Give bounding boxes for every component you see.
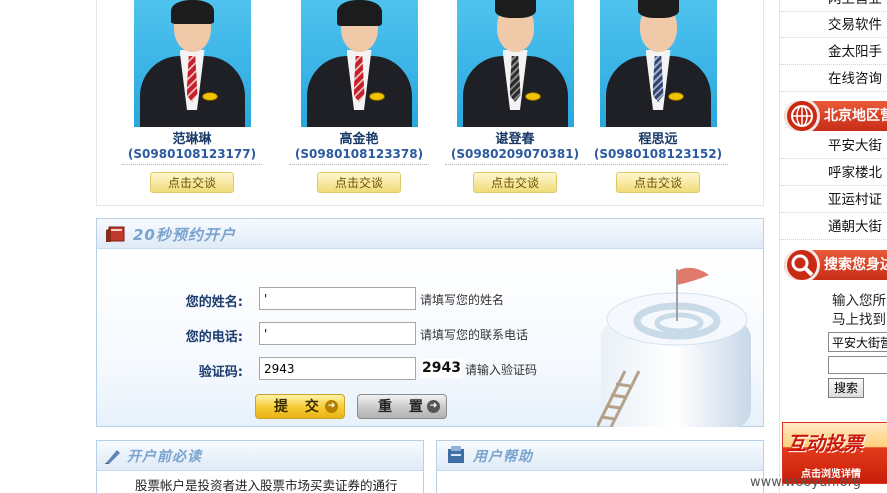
captcha-label: 验证码: (198, 365, 243, 380)
chat-button[interactable]: 点击交谈 (616, 172, 700, 193)
name-input[interactable] (259, 287, 416, 310)
magnifier-icon (784, 250, 820, 280)
watermark: www.wooyun.org (750, 475, 862, 490)
captcha-image[interactable]: 2943 (420, 359, 462, 378)
name-hint: 请填写您的姓名 (420, 293, 505, 307)
chat-button[interactable]: 点击交谈 (473, 172, 557, 193)
open-account-panel: 20秒预约开户 您的姓名: 请填写您的姓名 您的电话: 请填写您的联系电话 验证… (96, 218, 764, 427)
panel-title: 开户前必读 (127, 449, 202, 465)
sidebar-link[interactable]: 亚运村证 (780, 187, 887, 213)
advisor-panel: 范琳琳 (S0980108123177) 点击交谈 高金艳 (S09801081… (96, 0, 764, 206)
search-button[interactable]: 搜索 (828, 378, 864, 398)
panel-header: 20秒预约开户 (97, 219, 763, 249)
panel-title: 20秒预约开户 (133, 226, 236, 244)
search-header: 搜索您身边 (784, 250, 887, 280)
panel-header: 用户帮助 (437, 441, 763, 471)
region-header-label: 北京地区营 (824, 108, 887, 124)
sidebar-link[interactable]: 交易软件 (780, 12, 887, 38)
region-header: 北京地区营 (784, 101, 887, 131)
advisor-card: 程思远 (S0980108123152) 点击交谈 (583, 0, 733, 193)
user-help-panel: 用户帮助 (436, 440, 764, 493)
book-icon (106, 226, 125, 242)
advisor-code: (S0980108123152) (588, 147, 728, 165)
advisor-card: 谌登春 (S0980209070381) 点击交谈 (440, 0, 590, 193)
pen-icon (105, 450, 120, 464)
advisor-name: 谌登春 (495, 132, 535, 147)
advisor-name: 范琳琳 (172, 132, 212, 147)
intro-text: 股票帐户是投资者进入股票市场买卖证券的通行 (135, 478, 398, 493)
page: 范琳琳 (S0980108123177) 点击交谈 高金艳 (S09801081… (0, 0, 887, 493)
advisor-code: (S0980209070381) (445, 147, 585, 165)
sidebar-link[interactable]: 呼家楼北 (780, 160, 887, 186)
advisor-name: 程思远 (638, 132, 678, 147)
phone-input[interactable] (259, 322, 416, 345)
chat-button[interactable]: 点击交谈 (317, 172, 401, 193)
search-tip-2: 马上找到 (832, 312, 886, 328)
advisor-photo (300, 0, 418, 127)
globe-icon (784, 101, 820, 131)
captcha-hint: 请输入验证码 (465, 363, 538, 377)
before-account-panel: 开户前必读 股票帐户是投资者进入股票市场买卖证券的通行 (96, 440, 424, 493)
arrow-right-icon: ➜ (325, 400, 338, 413)
advisor-photo (133, 0, 251, 127)
chat-button[interactable]: 点击交谈 (150, 172, 234, 193)
panel-title: 用户帮助 (473, 449, 533, 465)
sidebar-link[interactable]: 金太阳手 (780, 39, 887, 65)
search-header-label: 搜索您身边 (824, 257, 887, 273)
phone-label: 您的电话: (185, 330, 243, 345)
advisor-name: 高金艳 (339, 132, 379, 147)
branch-select[interactable]: 平安大街营 (828, 332, 887, 352)
phone-hint: 请填写您的联系电话 (420, 328, 529, 342)
reset-button[interactable]: 重 置 ➜ (357, 394, 447, 419)
search-tip-1: 输入您所 (832, 293, 886, 309)
captcha-row: 验证码: 2943 请输入验证码 (97, 357, 657, 381)
advisor-photo (456, 0, 574, 127)
flag-tower-illustration (597, 267, 751, 427)
submit-label: 提 交 (274, 399, 325, 415)
sidebar-link[interactable]: 通朝大街 (780, 214, 887, 240)
phone-row: 您的电话: 请填写您的联系电话 (97, 322, 657, 346)
arrow-right-icon: ➜ (427, 400, 440, 413)
reset-label: 重 置 (378, 399, 429, 415)
sidebar-link[interactable]: 在线咨询 (780, 66, 887, 92)
name-label: 您的姓名: (185, 295, 243, 310)
sidebar-link[interactable]: 平安大街 (780, 133, 887, 159)
search-input[interactable] (828, 356, 887, 374)
help-icon (448, 446, 464, 463)
right-sidebar: 网上营业 交易软件 金太阳手 在线咨询 北京地区营 平安大街 呼家楼北 亚运村证… (779, 0, 887, 493)
promo-title: 互动投票 (787, 433, 864, 455)
advisor-card: 范琳琳 (S0980108123177) 点击交谈 (117, 0, 267, 193)
captcha-input[interactable] (259, 357, 416, 380)
name-row: 您的姓名: 请填写您的姓名 (97, 287, 657, 311)
sidebar-link[interactable]: 网上营业 (780, 0, 887, 12)
advisor-code: (S0980108123177) (122, 147, 262, 165)
advisor-code: (S0980108123378) (289, 147, 429, 165)
advisor-card: 高金艳 (S0980108123378) 点击交谈 (284, 0, 434, 193)
advisor-photo (599, 0, 717, 127)
submit-button[interactable]: 提 交 ➜ (255, 394, 345, 419)
panel-header: 开户前必读 (97, 441, 423, 471)
